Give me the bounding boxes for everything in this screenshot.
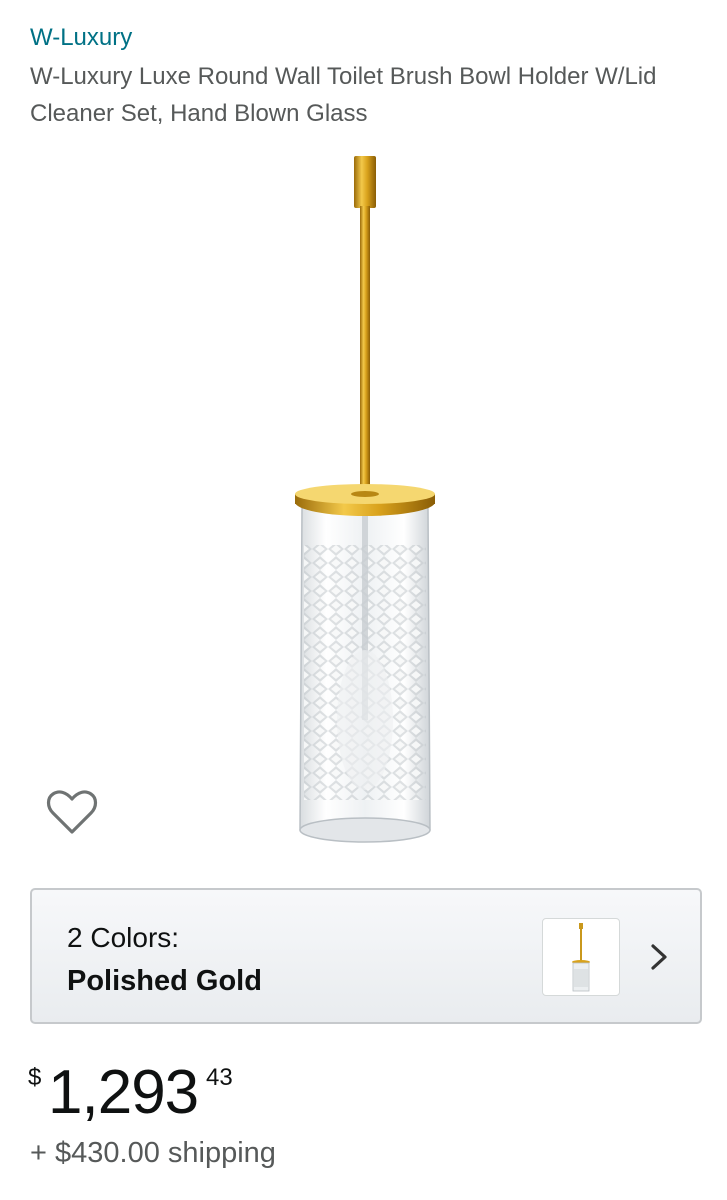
heart-outline-icon: [46, 790, 98, 834]
brand-link[interactable]: W-Luxury: [30, 22, 132, 54]
handle-cap: [354, 156, 376, 208]
shipping-cost: + $430.00 shipping: [30, 1137, 276, 1169]
product-image[interactable]: [280, 150, 450, 850]
selected-color: Polished Gold: [67, 965, 262, 997]
chevron-right-icon[interactable]: [644, 940, 674, 974]
wishlist-button[interactable]: [44, 788, 100, 838]
handle-rod: [360, 206, 370, 496]
price-whole: 1,293: [48, 1058, 199, 1127]
thumbnail-image: [572, 923, 590, 992]
variation-thumbnail[interactable]: [542, 918, 620, 996]
product-image-area[interactable]: [0, 140, 727, 870]
variation-count-label: 2 Colors:: [67, 922, 180, 953]
color-variation-selector[interactable]: 2 Colors: Polished Gold: [30, 888, 702, 1024]
product-title: W-Luxury Luxe Round Wall Toilet Brush Bo…: [30, 63, 657, 127]
price-fraction: 43: [206, 1064, 233, 1091]
price-symbol: $: [28, 1064, 42, 1091]
